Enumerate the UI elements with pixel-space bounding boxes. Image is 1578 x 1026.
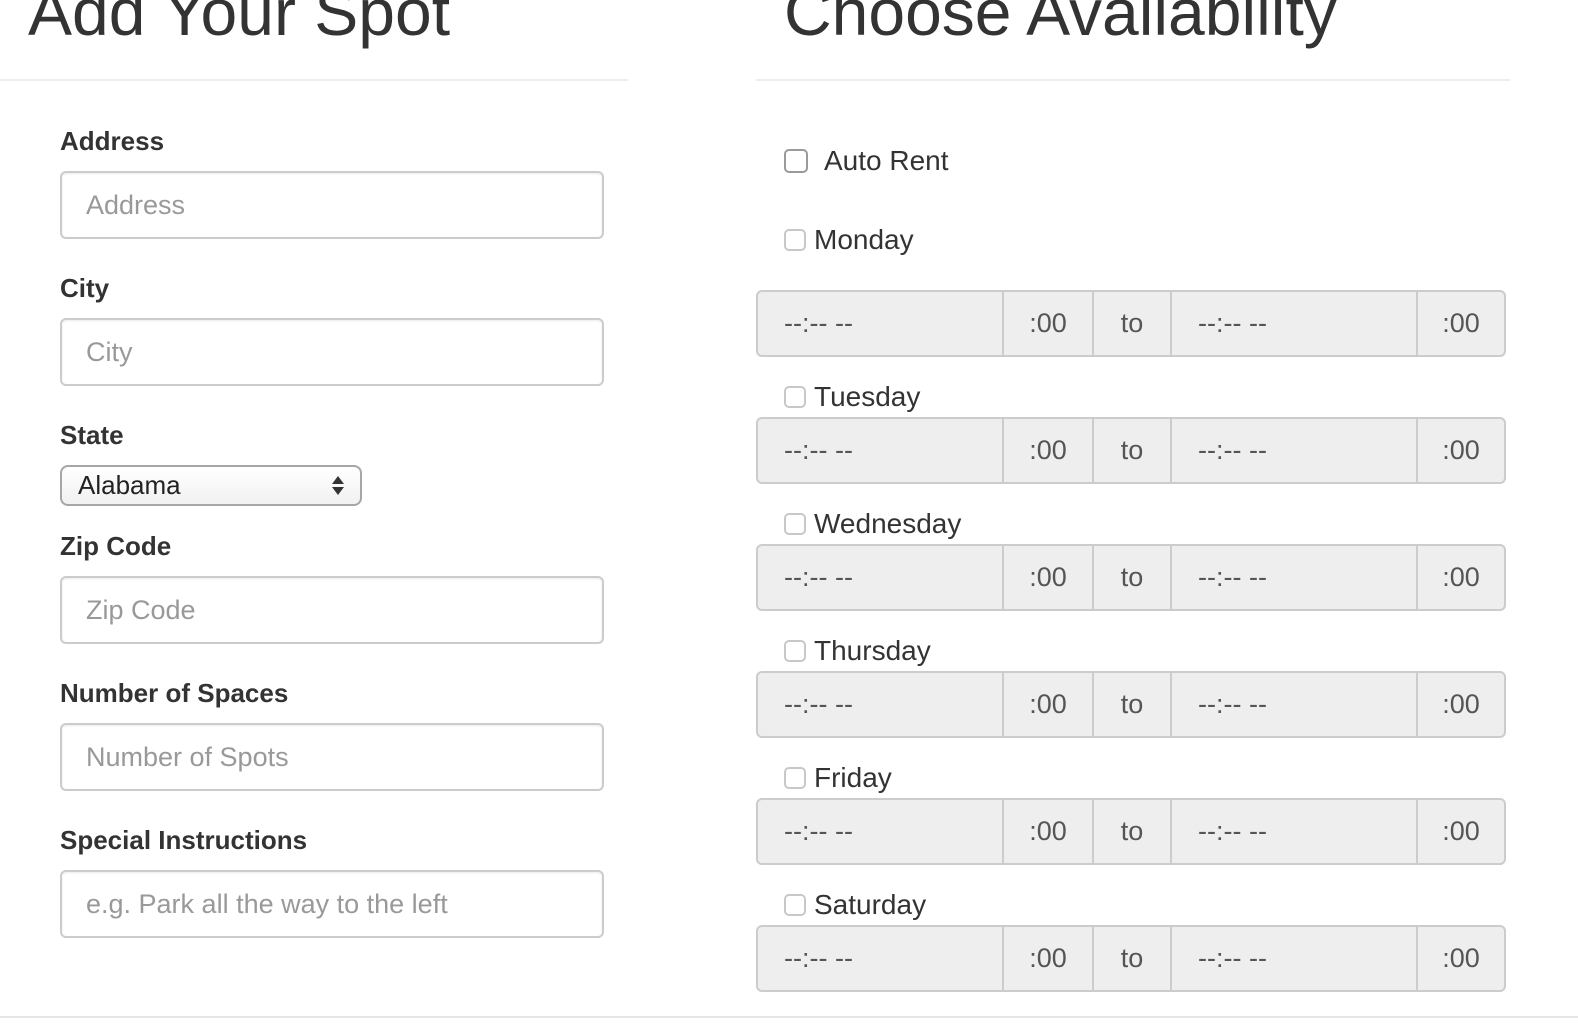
left-divider [0, 79, 628, 81]
thursday-start-minutes: :00 [1004, 673, 1094, 736]
address-input[interactable] [60, 171, 604, 239]
friday-start-time-input[interactable]: --:-- -- [758, 800, 1004, 863]
saturday-start-minutes: :00 [1004, 927, 1094, 990]
tuesday-start-time-input[interactable]: --:-- -- [758, 419, 1004, 482]
bottom-divider [0, 1016, 1578, 1018]
page: Add Your Spot Address City State Alabama… [0, 0, 1578, 1026]
auto-rent-label: Auto Rent [824, 145, 949, 176]
friday-time-range: --:-- -- :00 to --:-- -- :00 [756, 798, 1506, 865]
tuesday-end-time-input[interactable]: --:-- -- [1172, 419, 1418, 482]
day-row-tuesday: Tuesday [784, 381, 920, 413]
tuesday-to-label: to [1094, 419, 1172, 482]
spaces-label: Number of Spaces [60, 678, 289, 708]
monday-label: Monday [814, 224, 914, 255]
day-row-wednesday: Wednesday [784, 508, 961, 540]
tuesday-end-minutes: :00 [1442, 435, 1480, 465]
instructions-input[interactable] [60, 870, 604, 938]
day-row-thursday: Thursday [784, 635, 931, 667]
wednesday-to-label: to [1094, 546, 1172, 609]
friday-start-minutes: :00 [1004, 800, 1094, 863]
address-label: Address [60, 126, 165, 156]
saturday-end-time-input[interactable]: --:-- -- [1172, 927, 1418, 990]
monday-time-range: --:-- -- :00 to --:-- -- :00 [756, 290, 1506, 357]
thursday-label: Thursday [814, 635, 931, 666]
wednesday-end-time-input[interactable]: --:-- -- [1172, 546, 1418, 609]
friday-label: Friday [814, 762, 892, 793]
city-input[interactable] [60, 318, 604, 386]
select-arrows-icon [332, 476, 344, 495]
thursday-time-range: --:-- -- :00 to --:-- -- :00 [756, 671, 1506, 738]
wednesday-start-time-input[interactable]: --:-- -- [758, 546, 1004, 609]
monday-end-minutes: :00 [1442, 308, 1480, 338]
tuesday-time-range: --:-- -- :00 to --:-- -- :00 [756, 417, 1506, 484]
instructions-label: Special Instructions [60, 825, 308, 855]
thursday-end-minutes: :00 [1442, 689, 1480, 719]
wednesday-time-range: --:-- -- :00 to --:-- -- :00 [756, 544, 1506, 611]
spaces-input[interactable] [60, 723, 604, 791]
thursday-start-time-input[interactable]: --:-- -- [758, 673, 1004, 736]
state-label: State [60, 420, 124, 450]
tuesday-label: Tuesday [814, 381, 921, 412]
friday-to-label: to [1094, 800, 1172, 863]
zip-input[interactable] [60, 576, 604, 644]
thursday-to-label: to [1094, 673, 1172, 736]
tuesday-start-minutes: :00 [1004, 419, 1094, 482]
auto-rent-row: Auto Rent [784, 145, 949, 177]
saturday-to-label: to [1094, 927, 1172, 990]
wednesday-checkbox[interactable] [784, 513, 806, 535]
thursday-checkbox[interactable] [784, 640, 806, 662]
day-row-friday: Friday [784, 762, 892, 794]
state-select[interactable]: Alabama [60, 465, 362, 506]
add-spot-heading: Add Your Spot [28, 0, 451, 49]
day-row-monday: Monday [784, 224, 914, 256]
monday-to-label: to [1094, 292, 1172, 355]
saturday-checkbox[interactable] [784, 894, 806, 916]
friday-end-time-input[interactable]: --:-- -- [1172, 800, 1418, 863]
friday-checkbox[interactable] [784, 767, 806, 789]
saturday-time-range: --:-- -- :00 to --:-- -- :00 [756, 925, 1506, 992]
wednesday-label: Wednesday [814, 508, 962, 539]
saturday-end-minutes: :00 [1442, 943, 1480, 973]
wednesday-start-minutes: :00 [1004, 546, 1094, 609]
wednesday-end-minutes: :00 [1442, 562, 1480, 592]
choose-availability-heading: Choose Availability [784, 0, 1337, 49]
tuesday-checkbox[interactable] [784, 386, 806, 408]
city-label: City [60, 273, 110, 303]
monday-start-minutes: :00 [1004, 292, 1094, 355]
state-selected-value: Alabama [78, 470, 181, 500]
saturday-start-time-input[interactable]: --:-- -- [758, 927, 1004, 990]
monday-end-time-input[interactable]: --:-- -- [1172, 292, 1418, 355]
monday-start-time-input[interactable]: --:-- -- [758, 292, 1004, 355]
right-divider [756, 79, 1510, 81]
monday-checkbox[interactable] [784, 229, 806, 251]
thursday-end-time-input[interactable]: --:-- -- [1172, 673, 1418, 736]
zip-label: Zip Code [60, 531, 172, 561]
auto-rent-checkbox[interactable] [784, 149, 808, 173]
day-row-saturday: Saturday [784, 889, 926, 921]
saturday-label: Saturday [814, 889, 927, 920]
friday-end-minutes: :00 [1442, 816, 1480, 846]
